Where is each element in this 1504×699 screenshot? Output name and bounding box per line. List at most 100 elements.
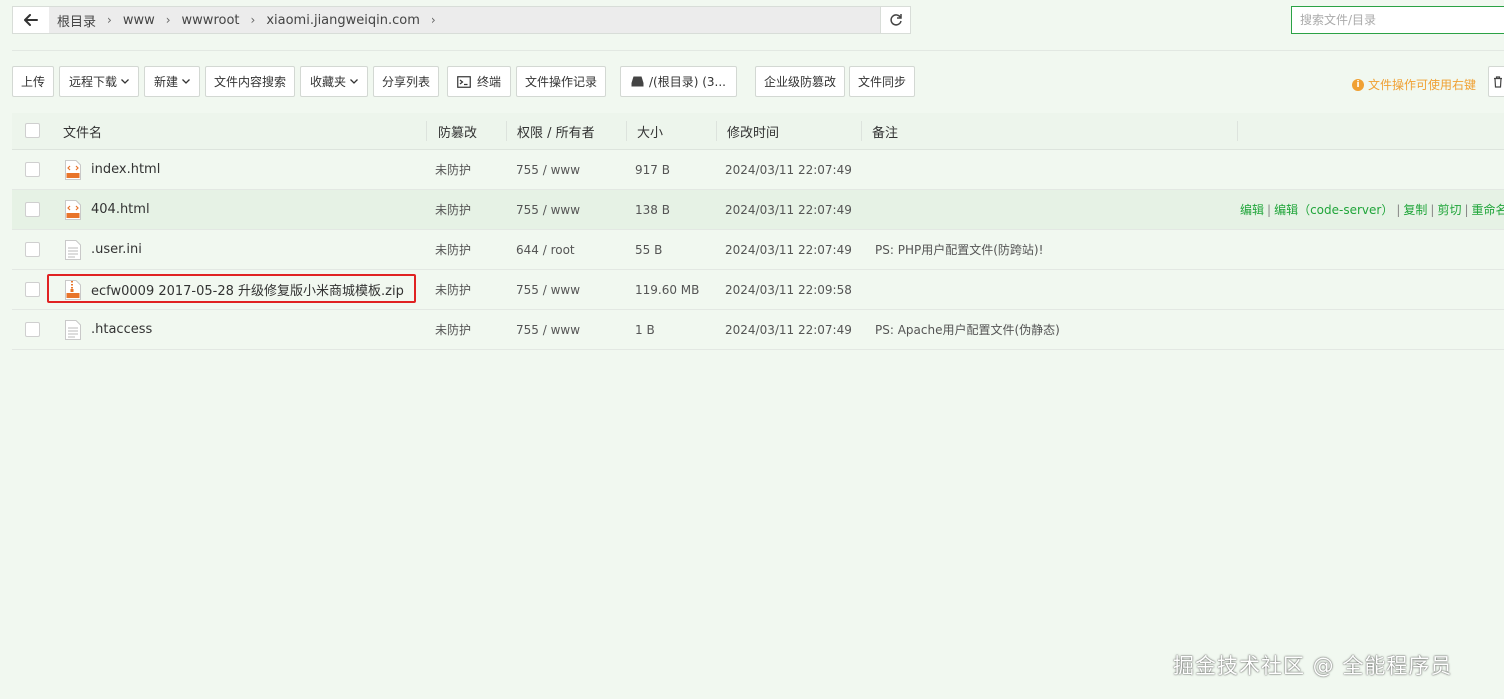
file-name[interactable]: ecfw0009 2017-05-28 升级修复版小米商城模板.zip bbox=[91, 280, 404, 299]
search-input[interactable] bbox=[1291, 6, 1504, 34]
table-row[interactable]: index.html 未防护 755 / www 917 B 2024/03/1… bbox=[12, 150, 1504, 190]
chevron-right-icon: › bbox=[250, 13, 256, 27]
column-header-protect[interactable]: 防篡改 bbox=[438, 113, 477, 149]
tip-text: 文件操作可使用右键 bbox=[1368, 78, 1477, 92]
favorites-button[interactable]: 收藏夹 bbox=[300, 66, 368, 97]
refresh-icon bbox=[889, 14, 902, 26]
column-header-size[interactable]: 大小 bbox=[637, 113, 663, 149]
watermark: 掘金技术社区 @ 全能程序员 bbox=[1173, 654, 1453, 678]
protect-status[interactable]: 未防护 bbox=[435, 270, 471, 309]
upload-button[interactable]: 上传 bbox=[12, 66, 54, 97]
breadcrumb-wwwroot[interactable]: wwwroot bbox=[182, 13, 240, 28]
remote-download-button[interactable]: 远程下载 bbox=[59, 66, 139, 97]
breadcrumb: 根目录 › www › wwwroot › xiaomi.jiangweiqin… bbox=[49, 7, 881, 33]
modified-time: 2024/03/11 22:07:49 bbox=[725, 202, 852, 217]
remote-download-label: 远程下载 bbox=[68, 75, 117, 89]
row-checkbox[interactable] bbox=[25, 281, 40, 297]
column-divider bbox=[1237, 121, 1238, 141]
operation-log-label: 文件操作记录 bbox=[524, 75, 597, 89]
file-sync-label: 文件同步 bbox=[857, 75, 906, 89]
text-file-icon bbox=[65, 239, 81, 260]
new-button[interactable]: 新建 bbox=[144, 66, 200, 97]
permission-owner[interactable]: 755 / www bbox=[516, 310, 580, 349]
column-divider bbox=[626, 121, 627, 141]
table-row[interactable]: 404.html 未防护 755 / www 138 B 2024/03/11 … bbox=[12, 190, 1504, 230]
file-name-cell: .user.ini bbox=[65, 230, 142, 269]
refresh-button[interactable] bbox=[880, 7, 910, 33]
protect-status[interactable]: 未防护 bbox=[435, 310, 471, 349]
share-list-button[interactable]: 分享列表 bbox=[373, 66, 439, 97]
chevron-down-icon bbox=[350, 79, 358, 84]
rename-link[interactable]: 重命名 bbox=[1472, 201, 1504, 218]
file-size: 917 B bbox=[635, 162, 670, 177]
path-bar: 根目录 › www › wwwroot › xiaomi.jiangweiqin… bbox=[12, 6, 911, 34]
file-size: 119.60 MB bbox=[635, 282, 700, 297]
modified-time: 2024/03/11 22:07:49 bbox=[725, 242, 852, 257]
tamper-proof-label: 企业级防篡改 bbox=[763, 75, 836, 89]
row-checkbox[interactable] bbox=[25, 321, 40, 337]
row-checkbox[interactable] bbox=[25, 161, 40, 177]
table-row[interactable]: ecfw0009 2017-05-28 升级修复版小米商城模板.zip 未防护 … bbox=[12, 270, 1504, 310]
file-name[interactable]: .user.ini bbox=[91, 242, 142, 257]
file-name-cell: ecfw0009 2017-05-28 升级修复版小米商城模板.zip bbox=[65, 270, 404, 309]
zip-file-icon bbox=[65, 279, 81, 300]
column-divider bbox=[861, 121, 862, 141]
column-header-name[interactable]: 文件名 bbox=[63, 113, 102, 149]
info-icon: i bbox=[1352, 78, 1364, 91]
permission-owner[interactable]: 755 / www bbox=[516, 190, 580, 229]
row-checkbox[interactable] bbox=[25, 201, 40, 217]
terminal-label: 终端 bbox=[476, 75, 501, 89]
file-size: 55 B bbox=[635, 242, 663, 257]
protect-status[interactable]: 未防护 bbox=[435, 230, 471, 269]
copy-link[interactable]: 复制 bbox=[1403, 201, 1427, 218]
file-name[interactable]: .htaccess bbox=[91, 322, 152, 337]
breadcrumb-root[interactable]: 根目录 bbox=[57, 11, 96, 30]
file-size: 1 B bbox=[635, 322, 655, 337]
chevron-right-icon: › bbox=[430, 13, 436, 27]
permission-owner[interactable]: 644 / root bbox=[516, 230, 575, 269]
breadcrumb-www[interactable]: www bbox=[123, 13, 155, 28]
row-checkbox[interactable] bbox=[25, 241, 40, 257]
select-all-checkbox[interactable] bbox=[25, 123, 40, 138]
permission-owner[interactable]: 755 / www bbox=[516, 150, 580, 189]
modified-time: 2024/03/11 22:07:49 bbox=[725, 322, 852, 337]
new-label: 新建 bbox=[153, 75, 178, 89]
protect-status[interactable]: 未防护 bbox=[435, 190, 471, 229]
column-header-permission[interactable]: 权限 / 所有者 bbox=[517, 113, 595, 149]
column-header-mtime[interactable]: 修改时间 bbox=[727, 113, 779, 149]
html-file-icon bbox=[65, 199, 81, 220]
operation-log-button[interactable]: 文件操作记录 bbox=[516, 66, 606, 97]
modified-time: 2024/03/11 22:07:49 bbox=[725, 162, 852, 177]
terminal-button[interactable]: 终端 bbox=[447, 66, 511, 97]
content-search-label: 文件内容搜索 bbox=[213, 75, 286, 89]
cut-link[interactable]: 剪切 bbox=[1437, 201, 1461, 218]
tamper-proof-button[interactable]: 企业级防篡改 bbox=[755, 66, 845, 97]
chevron-down-icon bbox=[121, 79, 129, 84]
content-search-button[interactable]: 文件内容搜索 bbox=[205, 66, 295, 97]
more-button[interactable] bbox=[1488, 66, 1504, 97]
upload-label: 上传 bbox=[20, 75, 45, 89]
favorites-label: 收藏夹 bbox=[309, 75, 346, 89]
text-file-icon bbox=[65, 319, 81, 340]
action-separator: | bbox=[1396, 202, 1401, 217]
column-divider bbox=[506, 121, 507, 141]
arrow-left-icon bbox=[24, 14, 38, 26]
edit-link[interactable]: 编辑 bbox=[1240, 201, 1264, 218]
file-name[interactable]: index.html bbox=[91, 162, 160, 177]
breadcrumb-site[interactable]: xiaomi.jiangweiqin.com bbox=[266, 13, 420, 28]
modified-time: 2024/03/11 22:09:58 bbox=[725, 282, 852, 297]
file-name-cell: 404.html bbox=[65, 190, 150, 229]
disk-label: /(根目录) (3... bbox=[649, 75, 726, 89]
action-separator: | bbox=[1267, 202, 1272, 217]
table-header: 文件名 防篡改 权限 / 所有者 大小 修改时间 备注 bbox=[12, 113, 1504, 150]
back-button[interactable] bbox=[13, 7, 50, 33]
edit-code-server-link[interactable]: 编辑（code-server） bbox=[1274, 201, 1393, 218]
permission-owner[interactable]: 755 / www bbox=[516, 270, 580, 309]
table-row[interactable]: .user.ini 未防护 644 / root 55 B 2024/03/11… bbox=[12, 230, 1504, 270]
file-sync-button[interactable]: 文件同步 bbox=[849, 66, 915, 97]
protect-status[interactable]: 未防护 bbox=[435, 150, 471, 189]
file-name[interactable]: 404.html bbox=[91, 202, 150, 217]
file-note: PS: Apache用户配置文件(伪静态) bbox=[875, 323, 1060, 337]
table-row[interactable]: .htaccess 未防护 755 / www 1 B 2024/03/11 2… bbox=[12, 310, 1504, 350]
disk-button[interactable]: /(根目录) (3... bbox=[620, 66, 737, 97]
